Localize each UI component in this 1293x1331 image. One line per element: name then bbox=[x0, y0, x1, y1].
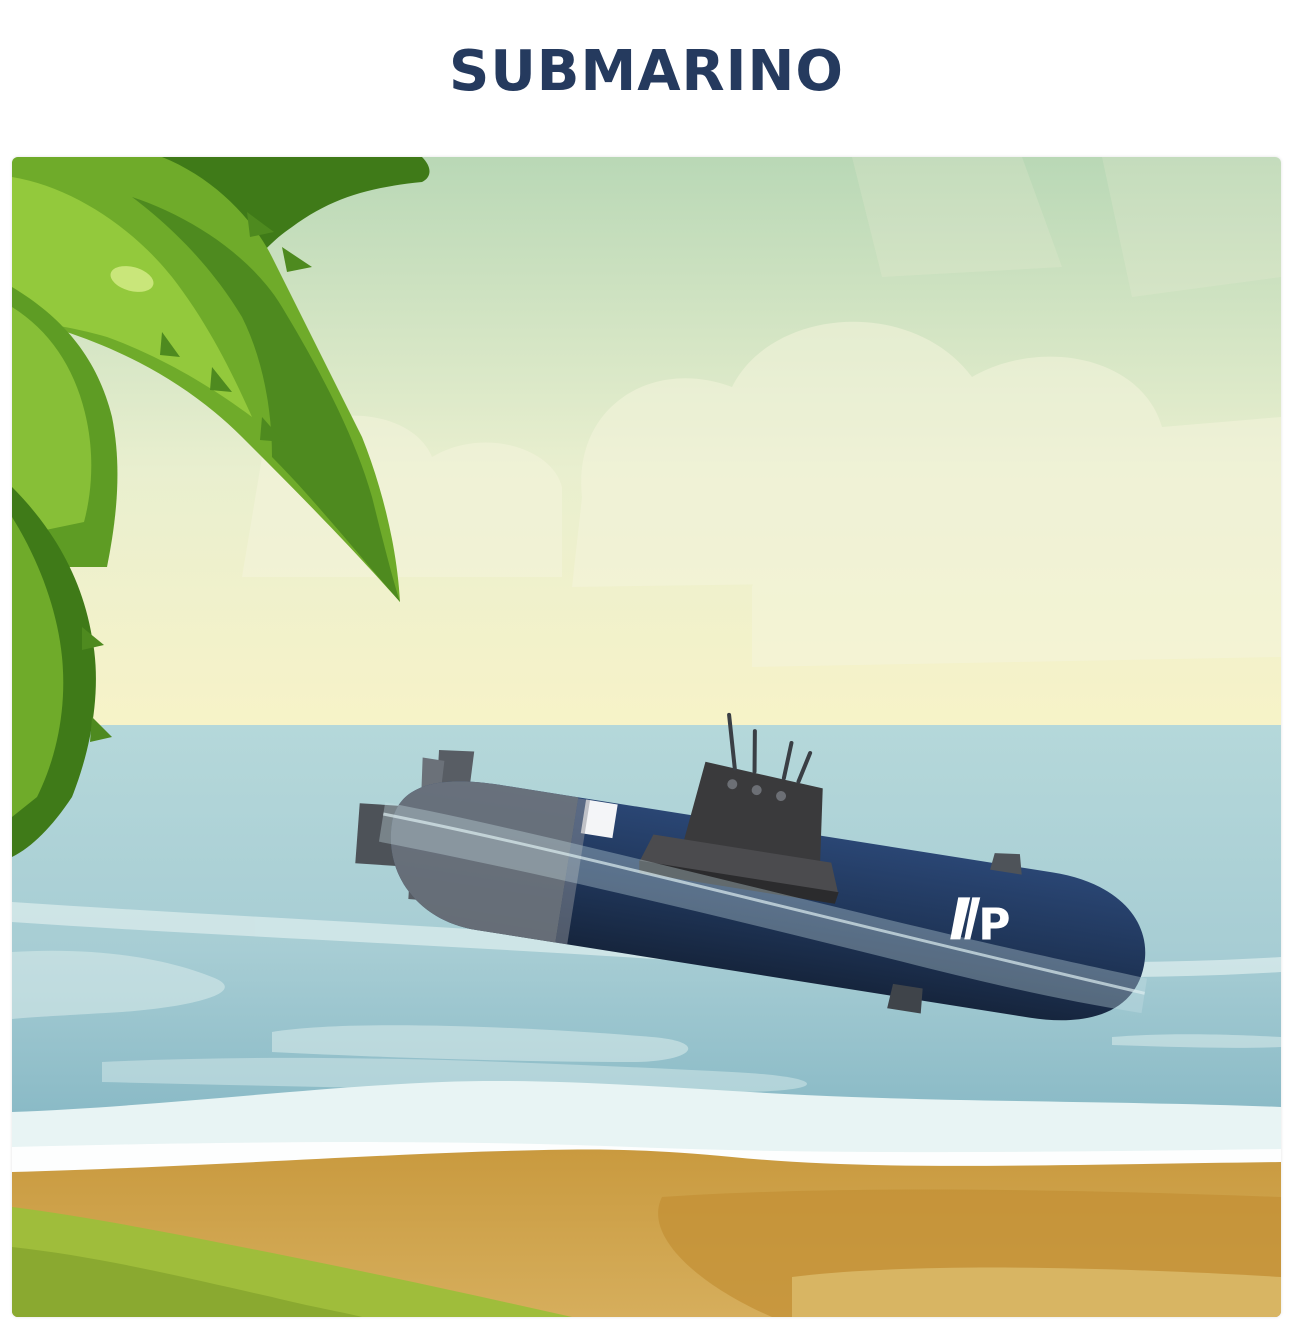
game-scene[interactable]: P bbox=[12, 157, 1281, 1317]
beach-scene-illustration: P bbox=[12, 157, 1281, 1317]
submarine-logo-letter: P bbox=[978, 899, 1010, 950]
game-title: SUBMARINO bbox=[449, 39, 844, 104]
game-page: SUBMARINO P bbox=[0, 0, 1293, 1331]
